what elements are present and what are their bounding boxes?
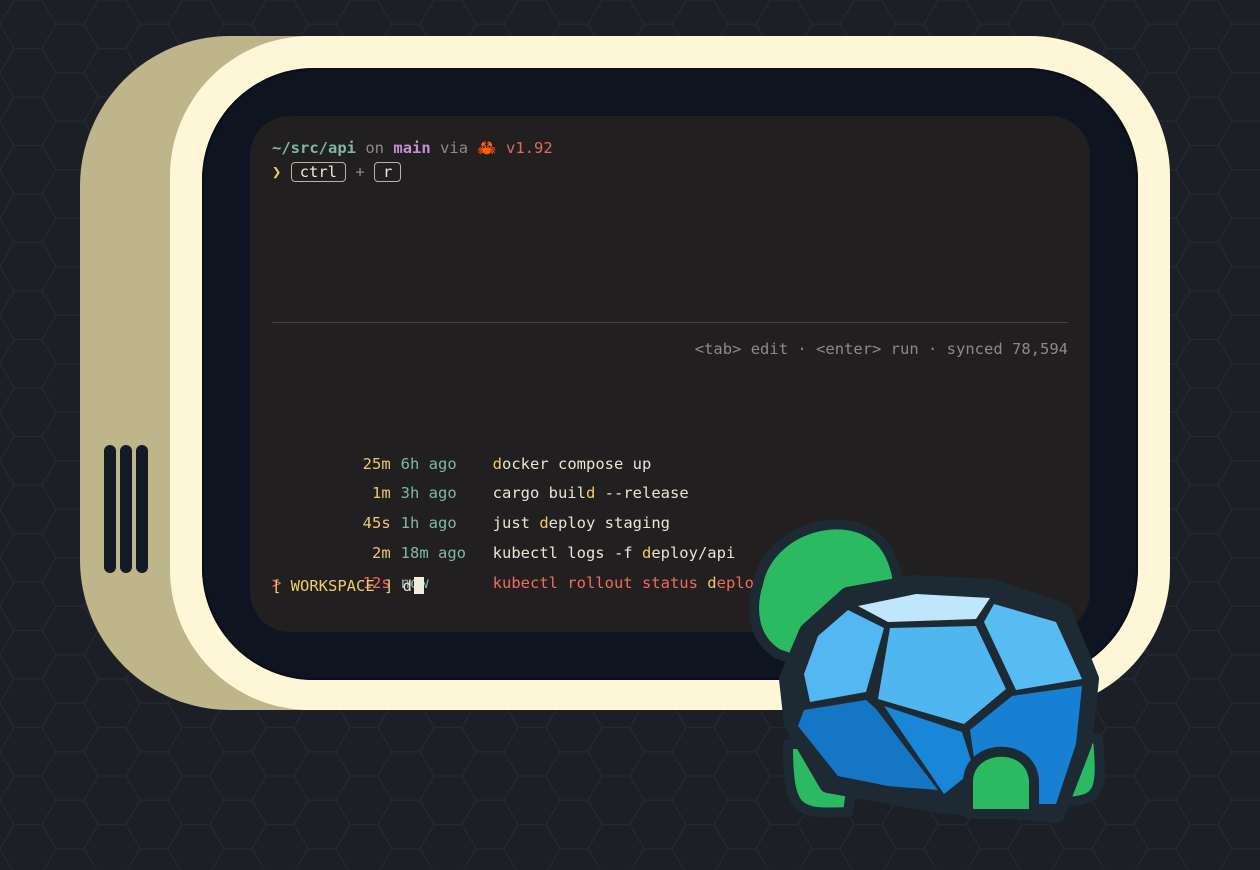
history-item-selected[interactable]: >12snowkubectl rollout status deploy/api [272, 553, 801, 592]
filter-mode-label[interactable]: [ WORKSPACE ] [272, 577, 393, 595]
history-item[interactable]: 2m 18m ago kubectl logs -f deploy/api [272, 523, 735, 562]
prompt-path: ~/src/api [272, 139, 356, 157]
history-item[interactable]: 45s 1h ago just deploy staging [272, 493, 670, 532]
git-branch: main [393, 139, 431, 157]
search-input[interactable]: d [403, 577, 412, 595]
prompt-arrow-icon: ❯ [272, 163, 282, 181]
vent-slot [104, 445, 116, 573]
vent-slot [120, 445, 132, 573]
history-item[interactable]: 1m 3h ago cargo build --release [272, 463, 689, 502]
command-line: ❯ ctrl + r [272, 162, 402, 182]
vent-slot [136, 445, 148, 573]
app-window: ~/src/api on main via 🦀 v1.92 ❯ ctrl + r… [0, 0, 1260, 870]
key-r: r [374, 162, 402, 182]
rust-version: v1.92 [506, 139, 553, 157]
keybinding-hints: <tab> edit · <enter> run · synced 78,594 [694, 340, 1068, 358]
key-plus: + [355, 163, 365, 181]
prompt-on-text: on [365, 139, 385, 157]
rust-crab-icon: 🦀 [477, 139, 497, 157]
history-item[interactable]: 25m 6h ago docker compose up [272, 434, 652, 473]
key-ctrl: ctrl [290, 162, 347, 182]
shell-prompt: ~/src/api on main via 🦀 v1.92 [272, 138, 553, 158]
divider [272, 322, 1068, 323]
prompt-via-text: via [440, 139, 469, 157]
turtle-mascot-icon [749, 519, 1105, 823]
text-cursor [414, 577, 425, 594]
search-bar[interactable]: [ WORKSPACE ] d [272, 576, 425, 596]
